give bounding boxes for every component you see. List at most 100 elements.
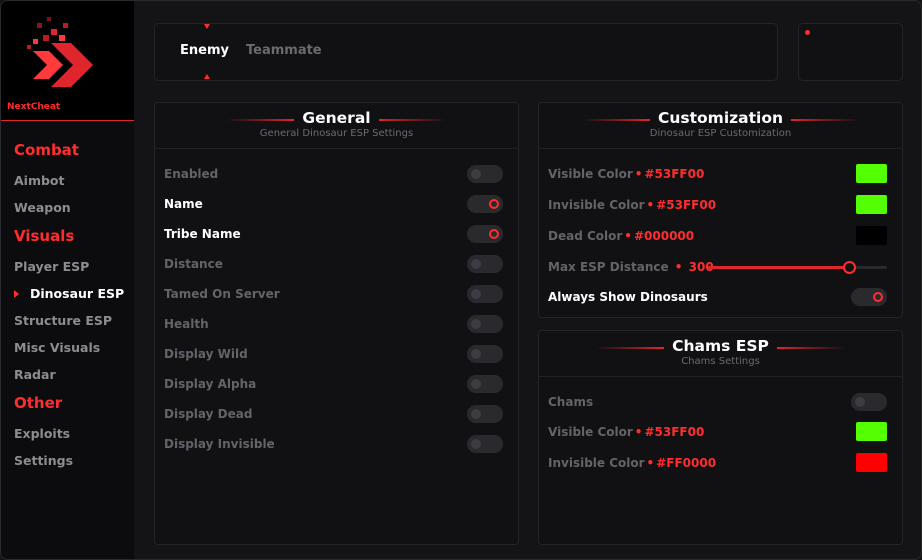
general-row-label: Display Alpha — [164, 377, 257, 391]
logo: NextCheat — [1, 1, 134, 121]
visible-color-row: Visible Color • #53FF00 — [548, 164, 887, 184]
chams-visible-color-row: Visible Color • #53FF00 — [548, 422, 887, 442]
sidebar-item-exploits[interactable]: Exploits — [14, 420, 132, 447]
customization-header: Customization Dinosaur ESP Customization — [539, 108, 902, 148]
chams-visible-color-hex: #53FF00 — [644, 425, 705, 439]
general-row: Enabled — [164, 164, 503, 184]
general-row-toggle[interactable] — [467, 435, 503, 453]
general-row: Health — [164, 314, 503, 334]
sidebar-item-player-esp[interactable]: Player ESP — [14, 253, 132, 280]
sidebar-nav: Combat Aimbot Weapon Visuals Player ESP … — [14, 139, 132, 474]
sidebar-item-dinosaur-esp[interactable]: Dinosaur ESP — [14, 280, 132, 307]
general-row-label: Display Invisible — [164, 437, 275, 451]
brand-name: NextCheat — [7, 102, 61, 112]
dead-color-label: Dead Color • #000000 — [548, 229, 695, 243]
toggle-knob — [855, 397, 865, 407]
chams-panel: Chams ESP Chams Settings Chams Visible C… — [538, 330, 903, 545]
chams-subtitle: Chams Settings — [681, 356, 760, 367]
invisible-color-label: Invisible Color • #53FF00 — [548, 198, 717, 212]
sidebar-item-settings[interactable]: Settings — [14, 447, 132, 474]
general-row-toggle[interactable] — [467, 165, 503, 183]
general-row: Display Dead — [164, 404, 503, 424]
chams-invisible-color-swatch[interactable] — [856, 453, 887, 472]
visible-color-label: Visible Color • #53FF00 — [548, 167, 705, 181]
chams-row: Chams — [548, 392, 887, 412]
chams-title: Chams ESP — [596, 337, 845, 355]
general-row-toggle[interactable] — [467, 375, 503, 393]
visible-color-swatch[interactable] — [856, 164, 887, 183]
always-show-toggle[interactable] — [851, 288, 887, 306]
general-row-toggle[interactable] — [467, 285, 503, 303]
toggle-knob — [471, 409, 481, 419]
nav-category-other: Other — [14, 394, 63, 412]
chams-visible-color-label: Visible Color • #53FF00 — [548, 425, 705, 439]
general-row-label: Enabled — [164, 167, 219, 181]
general-row-label: Distance — [164, 257, 223, 271]
sidebar-item-aimbot[interactable]: Aimbot — [14, 167, 132, 194]
general-row: Tamed On Server — [164, 284, 503, 304]
general-row-toggle[interactable] — [467, 195, 503, 213]
toggle-knob — [471, 259, 481, 269]
slider-fill — [708, 266, 850, 269]
general-row: Distance — [164, 254, 503, 274]
active-tab-indicator-bottom — [204, 74, 210, 79]
customization-subtitle: Dinosaur ESP Customization — [649, 128, 792, 139]
toggle-knob — [471, 349, 481, 359]
general-row-toggle[interactable] — [467, 225, 503, 243]
toggle-knob — [489, 199, 499, 209]
general-row-toggle[interactable] — [467, 405, 503, 423]
nav-category-visuals: Visuals — [14, 227, 75, 245]
sidebar-item-structure-esp[interactable]: Structure ESP — [14, 307, 132, 334]
general-row-toggle[interactable] — [467, 345, 503, 363]
team-tab-bar: Enemy Teammate — [154, 23, 778, 81]
customization-panel: Customization Dinosaur ESP Customization… — [538, 102, 903, 318]
general-row: Tribe Name — [164, 224, 503, 244]
general-title: General — [226, 109, 448, 127]
preview-box — [798, 23, 903, 81]
general-row-toggle[interactable] — [467, 255, 503, 273]
sidebar-item-radar[interactable]: Radar — [14, 361, 132, 388]
tab-teammate[interactable]: Teammate — [246, 43, 322, 58]
dead-color-row: Dead Color • #000000 — [548, 226, 887, 246]
always-show-label: Always Show Dinosaurs — [548, 290, 708, 304]
divider — [539, 376, 902, 377]
invisible-color-swatch[interactable] — [856, 195, 887, 214]
divider — [539, 148, 902, 149]
divider — [155, 148, 518, 149]
invisible-color-row: Invisible Color • #53FF00 — [548, 195, 887, 215]
toggle-knob — [471, 169, 481, 179]
toggle-knob — [873, 292, 883, 302]
general-row-label: Display Dead — [164, 407, 253, 421]
sidebar: NextCheat Combat Aimbot Weapon Visuals P… — [1, 1, 134, 559]
chams-invisible-color-row: Invisible Color • #FF0000 — [548, 453, 887, 473]
general-row-label: Health — [164, 317, 209, 331]
chams-toggle[interactable] — [851, 393, 887, 411]
general-row: Name — [164, 194, 503, 214]
invisible-color-hex: #53FF00 — [656, 198, 717, 212]
chams-visible-color-swatch[interactable] — [856, 422, 887, 441]
chams-invisible-color-hex: #FF0000 — [656, 456, 717, 470]
always-show-row: Always Show Dinosaurs — [548, 287, 887, 307]
general-row-toggle[interactable] — [467, 315, 503, 333]
dead-color-swatch[interactable] — [856, 226, 887, 245]
general-row: Display Invisible — [164, 434, 503, 454]
general-row-label: Name — [164, 197, 203, 211]
toggle-knob — [471, 289, 481, 299]
sidebar-item-weapon[interactable]: Weapon — [14, 194, 132, 221]
chams-label: Chams — [548, 395, 594, 409]
max-distance-slider[interactable] — [708, 261, 887, 274]
active-tab-indicator-top — [204, 24, 210, 29]
chams-invisible-color-label: Invisible Color • #FF0000 — [548, 456, 717, 470]
dead-color-hex: #000000 — [633, 229, 695, 243]
brand-logo-icon — [27, 17, 93, 87]
tab-enemy[interactable]: Enemy — [180, 43, 229, 58]
toggle-knob — [471, 379, 481, 389]
status-dot-icon — [805, 30, 810, 35]
slider-thumb[interactable] — [843, 261, 857, 274]
sidebar-item-misc-visuals[interactable]: Misc Visuals — [14, 334, 132, 361]
max-distance-label: Max ESP Distance • 300 — [548, 260, 714, 274]
general-row-label: Tamed On Server — [164, 287, 280, 301]
toggle-knob — [489, 229, 499, 239]
general-subtitle: General Dinosaur ESP Settings — [259, 128, 414, 139]
toggle-knob — [471, 439, 481, 449]
